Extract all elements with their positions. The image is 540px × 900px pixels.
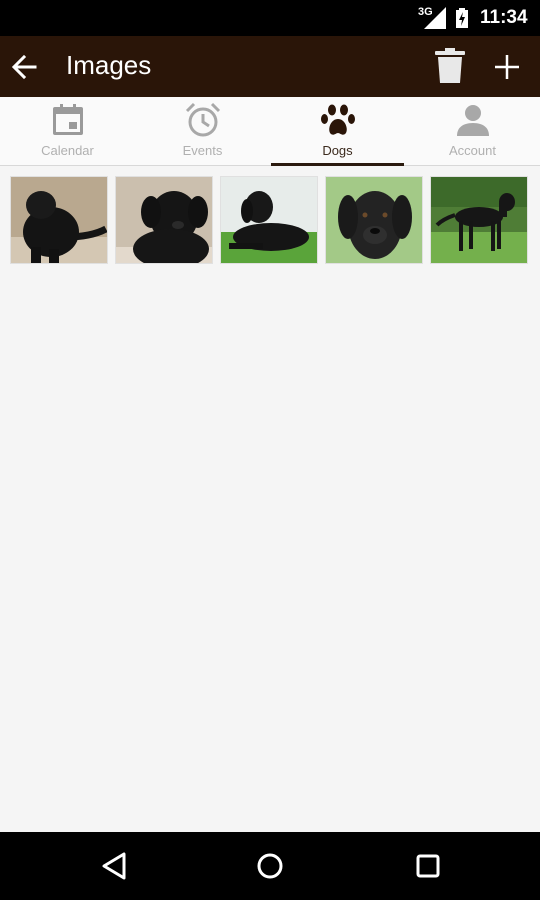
tab-calendar[interactable]: Calendar bbox=[0, 97, 135, 165]
tab-dogs[interactable]: Dogs bbox=[270, 97, 405, 166]
dog-image-thumbnail[interactable] bbox=[220, 176, 318, 264]
tab-account[interactable]: Account bbox=[405, 97, 540, 165]
trash-icon[interactable] bbox=[435, 48, 465, 84]
circle-home-icon[interactable] bbox=[252, 850, 288, 882]
status-bar: 3G 11:34 bbox=[0, 0, 540, 36]
dog-photo bbox=[326, 177, 422, 263]
battery-charging-icon bbox=[456, 8, 468, 28]
signal-icon bbox=[424, 7, 446, 29]
page-title: Images bbox=[66, 50, 152, 80]
tab-events[interactable]: Events bbox=[135, 97, 270, 165]
clock: 11:34 bbox=[480, 7, 528, 28]
alarm-clock-icon bbox=[185, 102, 220, 137]
tab-label: Events bbox=[182, 143, 223, 158]
dog-image-thumbnail[interactable] bbox=[325, 176, 423, 264]
system-nav-bar bbox=[0, 832, 540, 900]
paw-icon bbox=[320, 104, 355, 135]
dog-photo bbox=[431, 177, 527, 263]
tab-label: Dogs bbox=[322, 143, 353, 158]
image-grid bbox=[10, 176, 530, 264]
person-icon bbox=[456, 105, 489, 136]
calendar-icon bbox=[52, 104, 83, 135]
plus-icon[interactable] bbox=[492, 52, 522, 82]
dog-image-thumbnail[interactable] bbox=[115, 176, 213, 264]
dog-image-thumbnail[interactable] bbox=[10, 176, 108, 264]
tab-indicator bbox=[271, 163, 404, 166]
arrow-left-icon[interactable] bbox=[10, 53, 38, 81]
dog-photo bbox=[11, 177, 107, 263]
app-bar: Images bbox=[0, 36, 540, 97]
dog-photo bbox=[116, 177, 212, 263]
dog-photo bbox=[221, 177, 317, 263]
dog-image-thumbnail[interactable] bbox=[430, 176, 528, 264]
tab-bar: Calendar Events Dogs Account bbox=[0, 97, 540, 166]
tab-label: Calendar bbox=[41, 143, 94, 158]
tab-label: Account bbox=[449, 143, 496, 158]
triangle-back-icon[interactable] bbox=[96, 850, 132, 882]
square-recents-icon[interactable] bbox=[410, 850, 446, 882]
